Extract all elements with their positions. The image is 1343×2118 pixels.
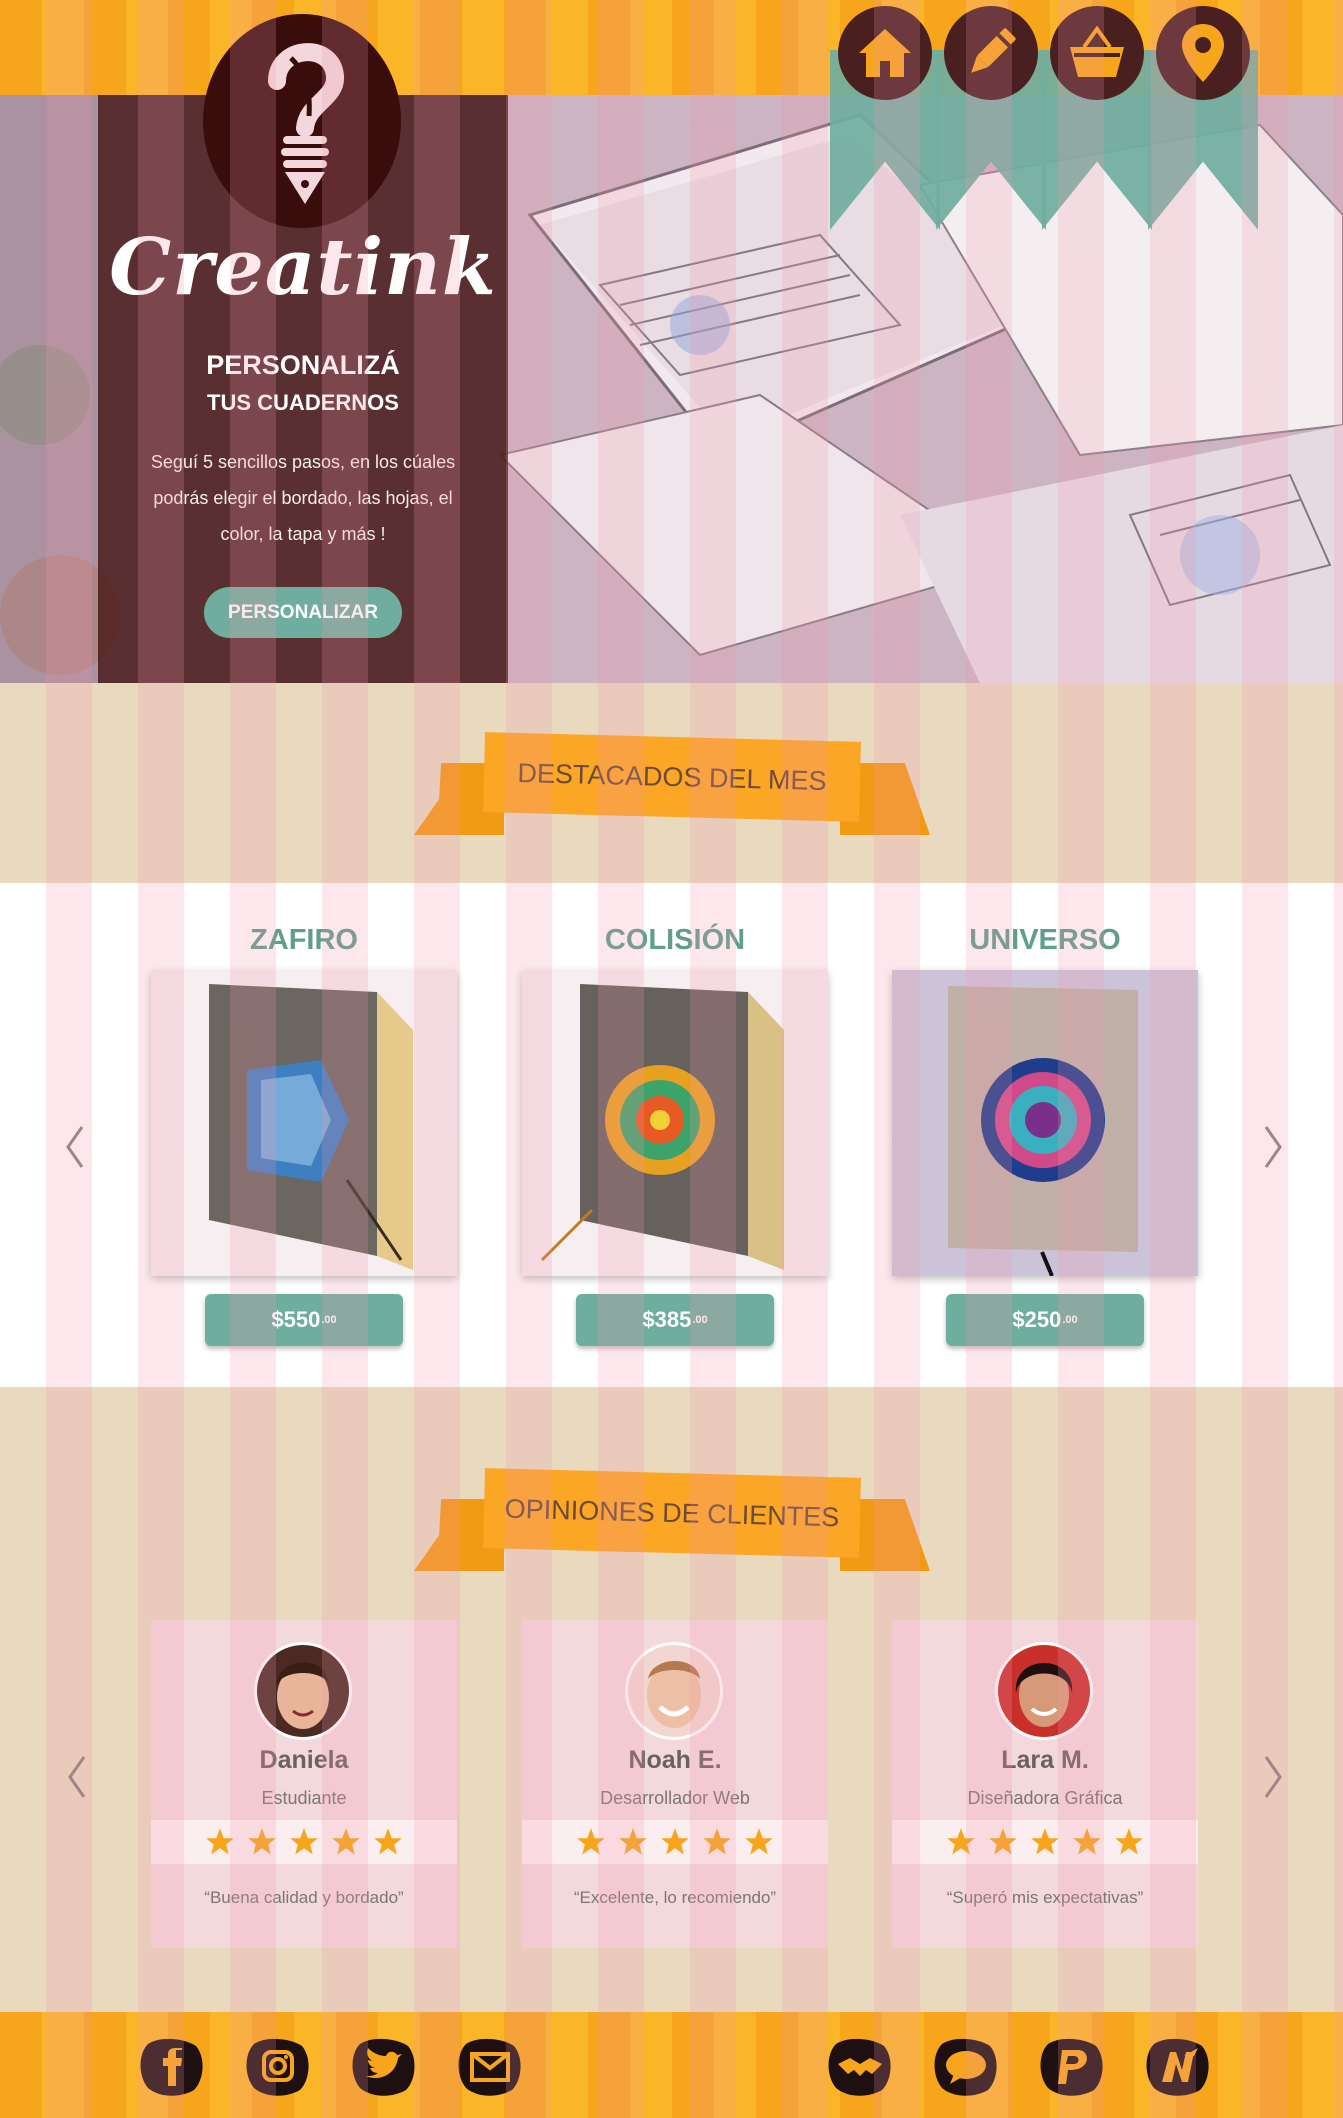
star-icon [1115,1828,1143,1855]
price-cents: .00 [321,1314,337,1326]
star-icon [745,1828,773,1855]
product-card[interactable]: UNIVERSO $250.00 [892,920,1198,1346]
review-quote: “Buena calidad y bordado” [204,1888,404,1907]
chevron-left-icon [66,1126,84,1168]
instagram-link[interactable] [244,2036,312,2098]
star-icon [374,1828,402,1855]
price-value: $385 [642,1307,692,1332]
avatar [995,1642,1093,1740]
reviews-next-arrow[interactable] [1258,1752,1288,1802]
hero-subtitle: TUS CUADERNOS [207,390,399,415]
star-icon [661,1828,689,1855]
hero-title: PERSONALIZÁ [206,350,400,380]
price-value: $550 [271,1307,321,1332]
chevron-left-icon [68,1756,86,1798]
product-name: ZAFIRO [250,924,358,956]
brand-name: Creatink [109,222,497,313]
avatar [254,1642,352,1740]
basket-icon [1050,6,1144,100]
instagram-icon [246,2038,309,2096]
chevron-right-icon [1264,1756,1282,1798]
star-icon [577,1828,605,1855]
featured-heading: DESTACADOS DEL MES [483,732,861,822]
review-card: Noah E. Desarrollador Web “Excelente, lo… [522,1620,828,1948]
star-icon [619,1828,647,1855]
creatink-logo[interactable] [203,14,401,228]
reviewer-role: Estudiante [261,1788,347,1808]
star-icon [703,1828,731,1855]
review-card: Daniela Estudiante “Buena calidad y bord… [151,1620,457,1948]
rating-stars [892,1820,1198,1864]
price-button[interactable]: $550.00 [205,1294,403,1346]
price-value: $250 [1012,1307,1062,1332]
reviewer-role: Diseñadora Gráfica [967,1788,1123,1808]
notebook-photo [522,970,828,1276]
nav-location[interactable] [1148,0,1258,230]
email-link[interactable] [456,2036,524,2098]
product-name: COLISIÓN [604,924,746,956]
partners-link[interactable] [826,2036,894,2098]
price-button[interactable]: $250.00 [946,1294,1144,1346]
handshake-icon [828,2038,891,2096]
nav-cart[interactable] [1042,0,1152,230]
facebook-icon [140,2038,203,2096]
home-icon [838,6,932,100]
reviewer-name: Daniela [259,1746,349,1774]
reviews-heading-ribbon: OPINIONES DE CLIENTES [414,1468,930,1583]
product-image[interactable] [522,970,828,1276]
product-image[interactable] [892,970,1198,1276]
review-quote: “Superó mis expectativas” [946,1888,1144,1907]
paypal-icon [1040,2038,1103,2096]
rating-stars [151,1820,457,1864]
reviews-heading: OPINIONES DE CLIENTES [483,1468,861,1558]
product-card[interactable]: COLISIÓN $385.00 [522,920,828,1346]
star-icon [206,1828,234,1855]
price-cents: .00 [1062,1314,1078,1326]
chat-link[interactable] [932,2036,1000,2098]
featured-heading-ribbon: DESTACADOS DEL MES [414,732,930,847]
paypal-link[interactable] [1038,2036,1106,2098]
personalize-button[interactable]: PERSONALIZAR [204,587,402,638]
featured-prev-arrow[interactable] [60,1122,90,1172]
nav-home[interactable] [830,0,940,230]
review-card: Lara M. Diseñadora Gráfica “Superó mis e… [892,1620,1198,1948]
avatar [625,1642,723,1740]
review-quote: “Excelente, lo recomiendo” [573,1888,777,1907]
star-icon [989,1828,1017,1855]
reviews-prev-arrow[interactable] [62,1752,92,1802]
product-card[interactable]: ZAFIRO $550.00 [151,920,457,1346]
reviewer-name: Lara M. [1001,1746,1089,1774]
nav-customize[interactable] [936,0,1046,230]
chevron-right-icon [1264,1126,1282,1168]
payment-link[interactable] [1144,2036,1212,2098]
facebook-link[interactable] [138,2036,206,2098]
quill-question-icon [268,43,344,204]
mail-icon [458,2038,521,2096]
pencil-icon [944,6,1038,100]
product-image[interactable] [151,970,457,1276]
star-icon [1073,1828,1101,1855]
notebook-photo [151,970,457,1276]
star-icon [332,1828,360,1855]
location-pin-icon [1156,6,1250,100]
price-cents: .00 [692,1314,708,1326]
twitter-icon [352,2038,415,2096]
star-icon [248,1828,276,1855]
reviewer-name: Noah E. [628,1746,722,1774]
payment-icon [1146,2038,1209,2096]
star-icon [947,1828,975,1855]
star-icon [1031,1828,1059,1855]
star-icon [290,1828,318,1855]
rating-stars [522,1820,828,1864]
featured-next-arrow[interactable] [1258,1122,1288,1172]
notebook-photo [892,970,1198,1276]
twitter-link[interactable] [350,2036,418,2098]
reviewer-role: Desarrollador Web [600,1788,750,1808]
product-name: UNIVERSO [969,924,1121,956]
hero-description: Seguí 5 sencillos pasos, en los cúales p… [150,452,456,544]
chat-icon [934,2038,997,2096]
price-button[interactable]: $385.00 [576,1294,774,1346]
